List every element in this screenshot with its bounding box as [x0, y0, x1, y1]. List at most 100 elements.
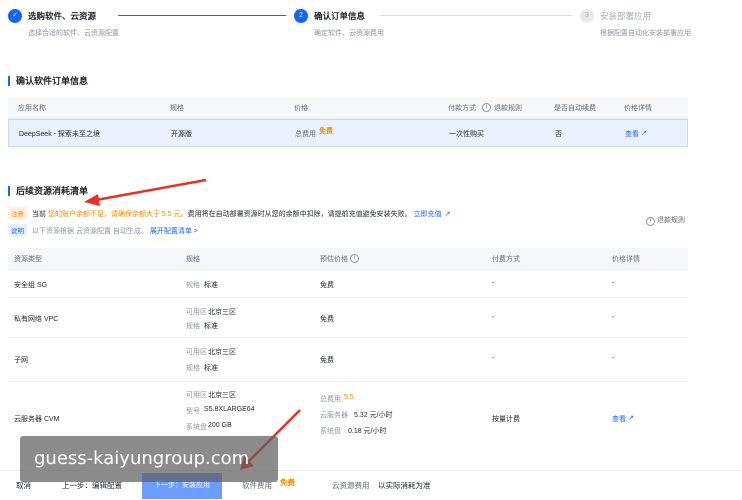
step-3-title: 安装部署应用 — [600, 11, 652, 21]
price-item-value: 5.32 元/小时 — [354, 412, 393, 419]
estimated-price: 免费 — [320, 316, 334, 323]
info-icon: i — [646, 217, 655, 226]
step-2-title: 确认订单信息 — [314, 11, 366, 21]
price-detail: - — [612, 314, 615, 321]
spec-key: 可用区 — [186, 309, 207, 316]
billing-method: - — [492, 355, 495, 362]
price-item-value: 0.18 元/小时 — [348, 428, 387, 435]
payment-method: 一次性购买 — [449, 131, 484, 138]
price-value: 免费 — [319, 128, 333, 135]
software-fee-value: 免费 — [280, 478, 295, 487]
external-link-icon[interactable]: ↗ — [628, 414, 634, 422]
col-refund[interactable]: 退款规则 — [494, 103, 522, 113]
total-fee-value: 5.5 — [344, 394, 354, 401]
page: ✓ 选购软件、云资源 选择合适的软件、云资源配置 2 确认订单信息 确定软件、云… — [0, 0, 742, 500]
warning-highlight: 您的账户余额不足，请确保余额大于 5.5 元。 — [47, 211, 188, 218]
step-3-number: 3 — [580, 9, 594, 23]
spec-value: 标准 — [204, 282, 218, 289]
external-link-icon[interactable]: ↗ — [445, 211, 451, 218]
estimated-price: 免费 — [320, 357, 334, 364]
step-3-desc: 根据配置自动化安装部署应用 — [600, 30, 691, 37]
order-row: DeepSeek - 探索未至之境 开源版 总费用 免费 一次性购买 否 查看 … — [8, 119, 688, 147]
resource-table: 资源类型 规格 预估价格 i 付费方式 价格详情 安全组 SG 规格 标准 免费… — [8, 248, 688, 454]
col-estimated-price: 预估价格 — [320, 256, 348, 263]
resource-type: 私有网络 VPC — [14, 316, 59, 323]
col-resource-type: 资源类型 — [14, 256, 42, 263]
order-table-header: 应用名称 规格 价格 付款方式 i 退款规则 是否自动续费 价格详情 — [8, 97, 688, 119]
resource-type: 云服务器 CVM — [14, 416, 60, 423]
step-2-desc: 确定软件、云资源费用 — [314, 30, 384, 37]
auto-renew-value: 否 — [555, 131, 562, 138]
resource-table-header: 资源类型 规格 预估价格 i 付费方式 价格详情 — [8, 248, 688, 270]
info-text: 以下资源根据 云资源配置 自动生成。 — [32, 228, 148, 235]
warning-tag: 注意 — [8, 207, 27, 219]
cloud-fee-label: 云资源费用 — [332, 481, 370, 490]
order-table: 应用名称 规格 价格 付款方式 i 退款规则 是否自动续费 价格详情 DeepS… — [8, 97, 688, 147]
col-billing: 付费方式 — [492, 256, 520, 263]
warning-rest: 费用将在自动部署资源时从您的余额中扣除，请提前充值避免安装失败。 — [187, 211, 412, 218]
spec-key: 型号 — [186, 408, 200, 415]
table-row: 私有网络 VPC 可用区 北京三区 规格 标准 免费 - - — [8, 298, 688, 338]
resource-type: 子网 — [14, 357, 28, 364]
billing-method: 按量计费 — [492, 416, 520, 423]
table-row: 子网 可用区 北京三区 规格 标准 免费 - - — [8, 338, 688, 382]
warning-notice: 注意 当前 您的账户余额不足，请确保余额大于 5.5 元。费用将在自动部署资源时从… — [8, 207, 450, 219]
spec-value: 200 GB — [208, 422, 232, 429]
spec-value: S5.8XLARGE64 — [204, 406, 255, 413]
price-detail: - — [612, 280, 615, 287]
resource-type: 安全组 SG — [14, 282, 48, 289]
col-auto-renew: 是否自动续费 — [554, 105, 596, 112]
info-notice: 说明 以下资源根据 云资源配置 自动生成。 展开配置清单 > — [8, 224, 198, 236]
col-payment: 付款方式 — [448, 105, 476, 112]
app-name: DeepSeek - 探索未至之境 — [19, 131, 100, 138]
spec-key: 可用区 — [186, 349, 207, 356]
billing-method: - — [492, 314, 495, 321]
step-2-number: 2 — [294, 9, 308, 23]
step-divider — [380, 15, 572, 16]
spec-value: 北京三区 — [208, 309, 236, 316]
external-link-icon[interactable]: ↗ — [641, 129, 647, 137]
cloud-fee-value: 以实际消耗为准 — [378, 481, 431, 490]
recharge-link[interactable]: 立即充值 — [414, 211, 442, 218]
col-app-name: 应用名称 — [18, 105, 46, 112]
info-icon[interactable]: i — [482, 103, 491, 112]
resource-section-title: 后续资源消耗清单 — [8, 186, 88, 196]
step-1-title: 选购软件、云资源 — [28, 11, 97, 21]
col-price-detail: 价格详情 — [612, 256, 640, 263]
order-section-title: 确认软件订单信息 — [8, 76, 88, 86]
info-icon[interactable]: i — [350, 254, 359, 263]
expand-config-link[interactable]: 展开配置清单 > — [150, 228, 198, 235]
app-spec: 开源版 — [171, 131, 192, 138]
price-item-key: 系统盘 — [320, 428, 341, 435]
spec-key: 系统盘 — [186, 424, 207, 431]
table-row: 安全组 SG 规格 标准 免费 - - — [8, 270, 688, 298]
step-divider — [118, 15, 286, 16]
estimated-price: 免费 — [320, 282, 334, 289]
spec-value: 北京三区 — [208, 392, 236, 399]
arrow-to-warning — [95, 178, 207, 202]
spec-key: 规格 — [186, 282, 200, 289]
col-price: 价格 — [294, 105, 308, 112]
refund-rule-label[interactable]: 退款规则 — [657, 217, 685, 224]
price-item-key: 云服务器 — [320, 412, 348, 419]
price-label: 总费用 — [295, 131, 316, 138]
watermark: guess-kaiyungroup.com — [20, 436, 278, 482]
cvm-detail-link[interactable]: 查看 — [612, 414, 626, 424]
spec-key: 可用区 — [186, 392, 207, 399]
order-detail-link[interactable]: 查看 — [625, 129, 639, 139]
refund-rule[interactable]: i 退款规则 — [646, 215, 685, 226]
col-price-detail: 价格详情 — [624, 105, 652, 112]
spec-value: 标准 — [204, 365, 218, 372]
col-spec: 规格 — [170, 105, 184, 112]
spec-key: 规格 — [186, 365, 200, 372]
warning-prefix: 当前 — [32, 211, 46, 218]
price-detail: - — [612, 355, 615, 362]
step-1-desc: 选择合适的软件、云资源配置 — [28, 30, 119, 37]
spec-value: 北京三区 — [208, 349, 236, 356]
spec-value: 标准 — [204, 323, 218, 330]
step-indicator: ✓ 选购软件、云资源 选择合适的软件、云资源配置 2 确认订单信息 确定软件、云… — [0, 0, 742, 48]
total-fee-label: 总费用 — [320, 396, 341, 403]
info-tag: 说明 — [8, 224, 27, 236]
billing-method: - — [492, 280, 495, 287]
col-spec: 规格 — [186, 256, 200, 263]
